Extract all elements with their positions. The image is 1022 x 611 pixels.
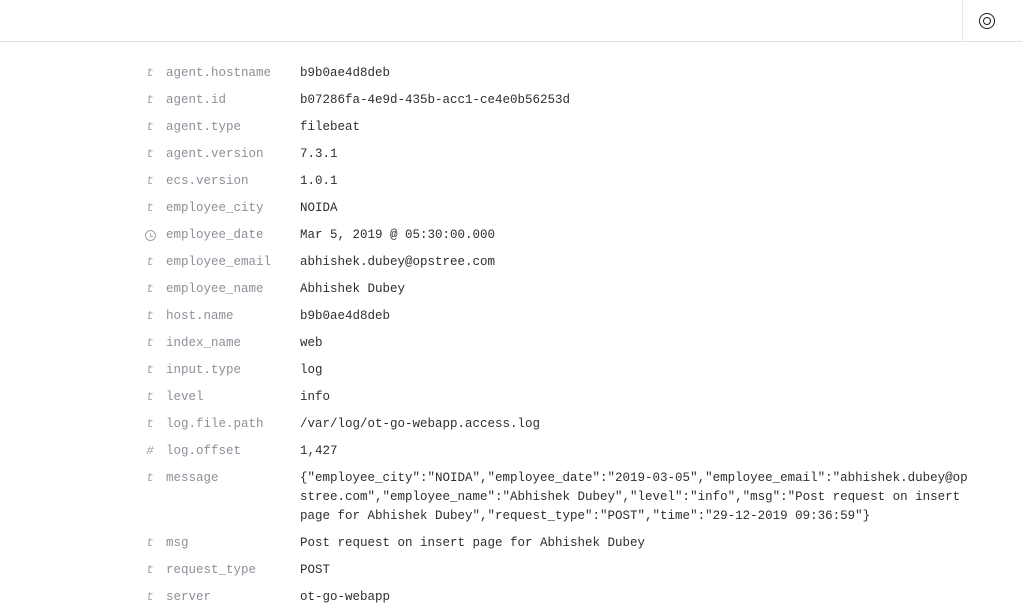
- field-name[interactable]: employee_city: [160, 199, 300, 218]
- field-name[interactable]: server: [160, 588, 300, 607]
- field-name[interactable]: agent.type: [160, 118, 300, 137]
- field-name[interactable]: log.file.path: [160, 415, 300, 434]
- field-type-icon: t: [140, 91, 160, 110]
- field-name[interactable]: message: [160, 469, 300, 488]
- field-name[interactable]: agent.hostname: [160, 64, 300, 83]
- field-value[interactable]: {"employee_city":"NOIDA","employee_date"…: [300, 469, 1022, 526]
- field-type-icon: t: [140, 534, 160, 553]
- field-value[interactable]: web: [300, 334, 1022, 353]
- field-type-icon: t: [140, 64, 160, 83]
- field-type-icon: t: [140, 307, 160, 326]
- field-value[interactable]: ot-go-webapp: [300, 588, 1022, 607]
- field-row: tagent.idb07286fa-4e9d-435b-acc1-ce4e0b5…: [140, 87, 1022, 114]
- field-value[interactable]: abhishek.dubey@opstree.com: [300, 253, 1022, 272]
- field-value[interactable]: filebeat: [300, 118, 1022, 137]
- field-name[interactable]: msg: [160, 534, 300, 553]
- field-row: tagent.version7.3.1: [140, 141, 1022, 168]
- field-type-icon: t: [140, 588, 160, 607]
- field-row: tinput.typelog: [140, 357, 1022, 384]
- clock-icon: [145, 230, 156, 241]
- field-type-icon: t: [140, 561, 160, 580]
- field-row: tagent.hostnameb9b0ae4d8deb: [140, 60, 1022, 87]
- field-value[interactable]: 7.3.1: [300, 145, 1022, 164]
- help-icon: [979, 13, 995, 29]
- field-name[interactable]: request_type: [160, 561, 300, 580]
- field-row: tlog.file.path/var/log/ot-go-webapp.acce…: [140, 411, 1022, 438]
- field-row: tmsgPost request on insert page for Abhi…: [140, 530, 1022, 557]
- field-value[interactable]: 1,427: [300, 442, 1022, 461]
- field-name[interactable]: host.name: [160, 307, 300, 326]
- field-type-icon: t: [140, 469, 160, 488]
- document-field-list: tagent.hostnameb9b0ae4d8debtagent.idb072…: [0, 42, 1022, 611]
- field-name[interactable]: agent.id: [160, 91, 300, 110]
- field-type-icon: #: [140, 442, 160, 461]
- field-value[interactable]: /var/log/ot-go-webapp.access.log: [300, 415, 1022, 434]
- field-value[interactable]: info: [300, 388, 1022, 407]
- field-value[interactable]: POST: [300, 561, 1022, 580]
- field-row: tserverot-go-webapp: [140, 584, 1022, 611]
- field-name[interactable]: ecs.version: [160, 172, 300, 191]
- field-value[interactable]: Abhishek Dubey: [300, 280, 1022, 299]
- field-name[interactable]: log.offset: [160, 442, 300, 461]
- field-row: thost.nameb9b0ae4d8deb: [140, 303, 1022, 330]
- field-row: tlevelinfo: [140, 384, 1022, 411]
- field-value[interactable]: NOIDA: [300, 199, 1022, 218]
- field-row: #log.offset1,427: [140, 438, 1022, 465]
- top-bar: [0, 0, 1022, 42]
- field-type-icon: t: [140, 334, 160, 353]
- field-name[interactable]: employee_name: [160, 280, 300, 299]
- field-name[interactable]: agent.version: [160, 145, 300, 164]
- field-row: temployee_cityNOIDA: [140, 195, 1022, 222]
- field-value[interactable]: log: [300, 361, 1022, 380]
- field-value[interactable]: Post request on insert page for Abhishek…: [300, 534, 1022, 553]
- field-type-icon: t: [140, 199, 160, 218]
- field-type-icon: t: [140, 145, 160, 164]
- field-value[interactable]: 1.0.1: [300, 172, 1022, 191]
- field-name[interactable]: employee_date: [160, 226, 300, 245]
- field-type-icon: t: [140, 361, 160, 380]
- field-value[interactable]: b9b0ae4d8deb: [300, 64, 1022, 83]
- field-row: tecs.version1.0.1: [140, 168, 1022, 195]
- field-name[interactable]: input.type: [160, 361, 300, 380]
- field-row: temployee_nameAbhishek Dubey: [140, 276, 1022, 303]
- field-row: temployee_emailabhishek.dubey@opstree.co…: [140, 249, 1022, 276]
- field-row: employee_dateMar 5, 2019 @ 05:30:00.000: [140, 222, 1022, 249]
- field-row: tmessage{"employee_city":"NOIDA","employ…: [140, 465, 1022, 530]
- field-type-icon: t: [140, 172, 160, 191]
- field-row: tagent.typefilebeat: [140, 114, 1022, 141]
- field-value[interactable]: b07286fa-4e9d-435b-acc1-ce4e0b56253d: [300, 91, 1022, 110]
- field-row: trequest_typePOST: [140, 557, 1022, 584]
- field-type-icon: t: [140, 280, 160, 299]
- field-value[interactable]: b9b0ae4d8deb: [300, 307, 1022, 326]
- field-type-icon: t: [140, 118, 160, 137]
- field-name[interactable]: index_name: [160, 334, 300, 353]
- help-button[interactable]: [962, 0, 1010, 42]
- field-name[interactable]: employee_email: [160, 253, 300, 272]
- field-name[interactable]: level: [160, 388, 300, 407]
- field-row: tindex_nameweb: [140, 330, 1022, 357]
- field-type-icon: t: [140, 415, 160, 434]
- field-type-icon: t: [140, 388, 160, 407]
- field-value[interactable]: Mar 5, 2019 @ 05:30:00.000: [300, 226, 1022, 245]
- field-type-icon: [140, 226, 160, 245]
- field-type-icon: t: [140, 253, 160, 272]
